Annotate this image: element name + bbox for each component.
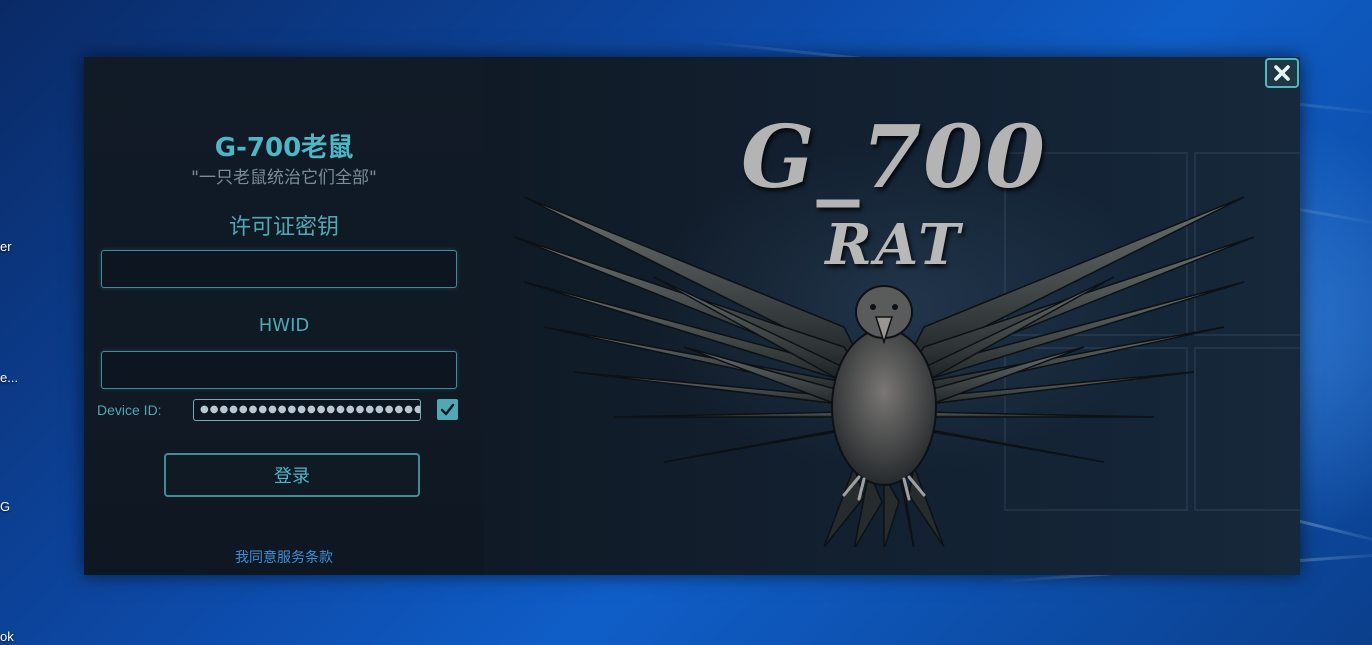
- login-form-panel: G-700老鼠 "一只老鼠统治它们全部" 许可证密钥 HWID Device I…: [84, 57, 484, 575]
- hwid-label: HWID: [258, 315, 310, 336]
- app-subtitle: "一只老鼠统治它们全部": [191, 168, 377, 188]
- device-id-label: Device ID:: [97, 402, 162, 418]
- hwid-input[interactable]: [101, 351, 457, 389]
- banner-subtitle: RAT: [825, 212, 963, 278]
- license-key-label: 许可证密钥: [228, 215, 339, 240]
- device-id-field[interactable]: ●●●●●●●●●●●●●●●●●●●●●●●●●●: [193, 399, 421, 421]
- banner-title: G_700: [741, 107, 1047, 208]
- checkmark-icon: [440, 403, 455, 416]
- close-button[interactable]: [1265, 58, 1299, 88]
- desktop-icon-label[interactable]: e...: [0, 370, 18, 385]
- desktop-icon-label[interactable]: er: [0, 239, 12, 254]
- desktop-icon-label[interactable]: ok: [0, 629, 14, 644]
- device-id-checkbox[interactable]: [437, 399, 458, 420]
- license-key-input[interactable]: [101, 250, 457, 288]
- login-button[interactable]: 登录: [164, 453, 420, 497]
- banner-art-panel: G_700 RAT: [484, 57, 1300, 575]
- desktop-icon-label[interactable]: G: [0, 499, 10, 514]
- app-title: G-700老鼠: [214, 133, 354, 163]
- close-icon: [1274, 65, 1290, 81]
- terms-of-service-link[interactable]: 我同意服务条款: [84, 547, 484, 567]
- login-window: G-700老鼠 "一只老鼠统治它们全部" 许可证密钥 HWID Device I…: [84, 57, 1300, 575]
